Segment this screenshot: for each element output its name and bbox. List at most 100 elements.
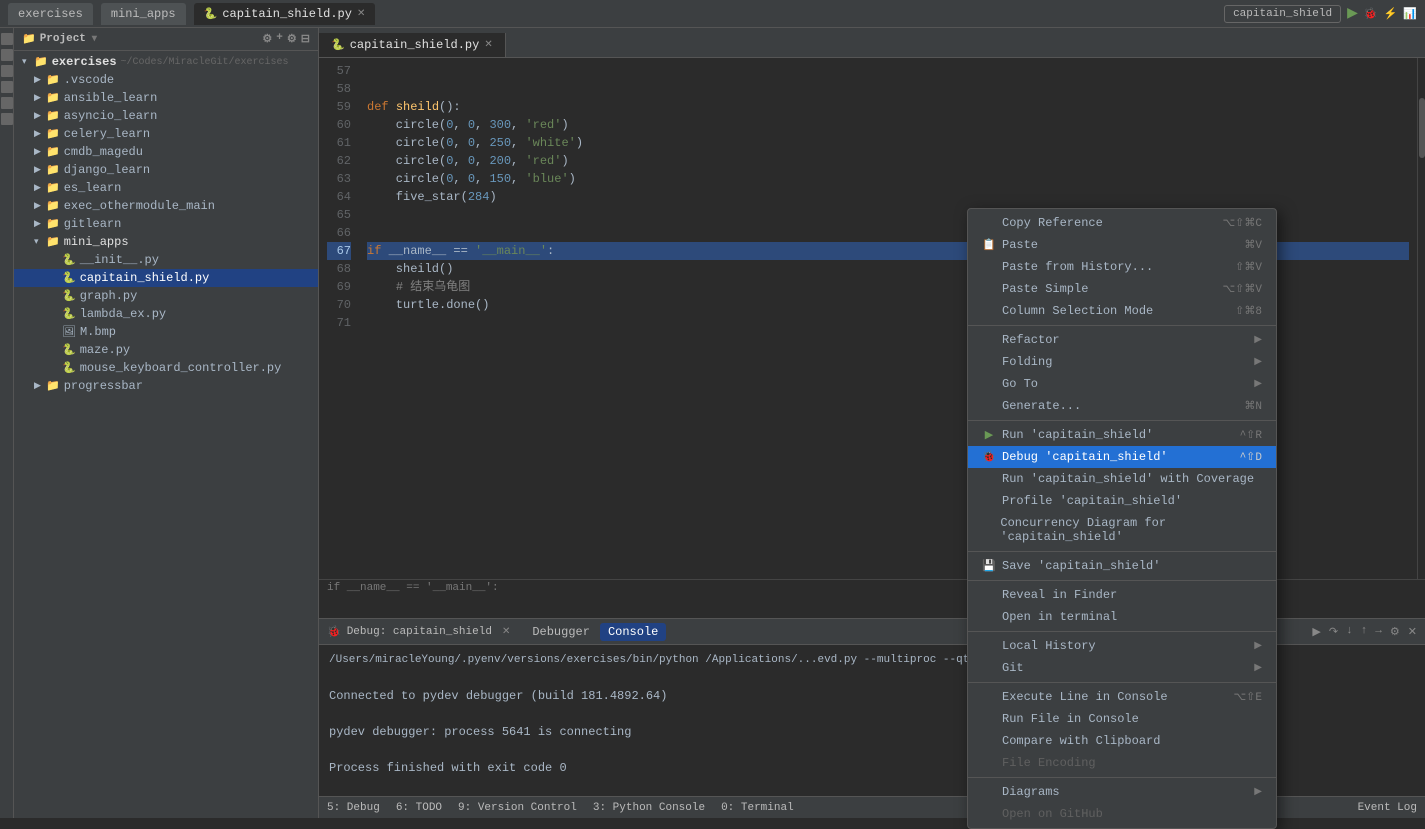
debug-step-out[interactable]: ↑	[1361, 625, 1368, 639]
menu-run-coverage[interactable]: Run 'capitain_shield' with Coverage	[968, 468, 1276, 490]
tree-item-es[interactable]: ▶ 📁 es_learn	[14, 179, 318, 197]
menu-file-encoding[interactable]: File Encoding	[968, 752, 1276, 774]
status-debug[interactable]: 5: Debug	[327, 802, 380, 814]
tree-item-mini-apps[interactable]: ▾ 📁 mini_apps	[14, 233, 318, 251]
left-icon-2[interactable]	[1, 49, 13, 61]
menu-open-github[interactable]: Open on GitHub	[968, 803, 1276, 825]
editor-tab-close[interactable]: ✕	[484, 39, 492, 51]
folder-icon: 📁	[22, 32, 36, 46]
menu-paste-history[interactable]: Paste from History... ⇧⌘V	[968, 256, 1276, 278]
menu-execute-line[interactable]: Execute Line in Console ⌥⇧E	[968, 686, 1276, 708]
coverage-button[interactable]: ⚡	[1384, 7, 1398, 21]
debug-button[interactable]: 🐞	[1364, 7, 1378, 21]
tab-exercises[interactable]: exercises	[8, 3, 93, 25]
menu-run-shortcut: ^⇧R	[1240, 428, 1262, 442]
menu-diagrams[interactable]: Diagrams ▶	[968, 781, 1276, 803]
line-num-61: 61	[327, 134, 351, 152]
left-icon-1[interactable]	[1, 33, 13, 45]
tree-root[interactable]: ▾ 📁 exercises ~/Codes/MiracleGit/exercis…	[14, 53, 318, 71]
debug-step-over[interactable]: ↷	[1329, 625, 1338, 639]
settings-icon[interactable]: ⚙	[262, 32, 272, 46]
left-icon-3[interactable]	[1, 65, 13, 77]
tree-item-maze[interactable]: 🐍 maze.py	[14, 341, 318, 359]
status-terminal[interactable]: 0: Terminal	[721, 802, 794, 814]
menu-copy-reference[interactable]: Copy Reference ⌥⇧⌘C	[968, 212, 1276, 234]
gear-icon[interactable]: ⚙	[287, 32, 297, 46]
menu-paste-simple[interactable]: Paste Simple ⌥⇧⌘V	[968, 278, 1276, 300]
menu-profile-label: Profile 'capitain_shield'	[1002, 494, 1182, 508]
debug-resume[interactable]: ▶	[1312, 625, 1320, 639]
line-num-59: 59	[327, 98, 351, 116]
tab-close-icon[interactable]: ✕	[357, 8, 365, 20]
status-event-log[interactable]: Event Log	[1358, 802, 1417, 814]
debug-bug-icon: 🐞	[327, 625, 341, 639]
tree-item-celery[interactable]: ▶ 📁 celery_learn	[14, 125, 318, 143]
editor-scrollbar-thumb[interactable]	[1419, 98, 1425, 158]
plus-icon[interactable]: +	[276, 32, 283, 46]
debug-close[interactable]: ✕	[502, 626, 510, 638]
left-icon-6[interactable]	[1, 113, 13, 125]
left-icon-4[interactable]	[1, 81, 13, 93]
debug-tab-debugger[interactable]: Debugger	[524, 623, 598, 641]
status-python-console[interactable]: 3: Python Console	[593, 802, 705, 814]
menu-open-terminal[interactable]: Open in terminal	[968, 606, 1276, 628]
menu-profile[interactable]: Profile 'capitain_shield'	[968, 490, 1276, 512]
file-tree: ▾ 📁 exercises ~/Codes/MiracleGit/exercis…	[14, 51, 318, 818]
tree-item-capitain[interactable]: 🐍 capitain_shield.py	[14, 269, 318, 287]
menu-goto[interactable]: Go To ▶	[968, 373, 1276, 395]
menu-run[interactable]: ▶ Run 'capitain_shield' ^⇧R	[968, 424, 1276, 446]
tree-item-progressbar[interactable]: ▶ 📁 progressbar	[14, 377, 318, 395]
project-chevron[interactable]: ▾	[92, 33, 97, 45]
tree-label-init: __init__.py	[80, 253, 159, 267]
tree-item-exec[interactable]: ▶ 📁 exec_othermodule_main	[14, 197, 318, 215]
menu-local-history[interactable]: Local History ▶	[968, 635, 1276, 657]
editor-tab-capitain[interactable]: 🐍 capitain_shield.py ✕	[319, 33, 506, 57]
menu-run-file-console[interactable]: Run File in Console	[968, 708, 1276, 730]
tree-item-ansible[interactable]: ▶ 📁 ansible_learn	[14, 89, 318, 107]
tab-mini-apps[interactable]: mini_apps	[101, 3, 186, 25]
menu-column-selection[interactable]: Column Selection Mode ⇧⌘8	[968, 300, 1276, 322]
menu-paste[interactable]: 📋 Paste ⌘V	[968, 234, 1276, 256]
menu-compare-clipboard[interactable]: Compare with Clipboard	[968, 730, 1276, 752]
tree-label-maze: maze.py	[80, 343, 130, 357]
menu-execute-line-shortcut: ⌥⇧E	[1234, 690, 1263, 704]
status-todo[interactable]: 6: TODO	[396, 802, 442, 814]
menu-git-label: Git	[1002, 661, 1024, 675]
tab-capitain-shield[interactable]: 🐍 capitain_shield.py ✕	[194, 3, 376, 25]
tree-item-django[interactable]: ▶ 📁 django_learn	[14, 161, 318, 179]
tree-item-vscode[interactable]: ▶ 📁 .vscode	[14, 71, 318, 89]
run-button[interactable]: ▶	[1347, 5, 1358, 22]
editor-scrollbar[interactable]	[1417, 58, 1425, 596]
menu-save[interactable]: 💾 Save 'capitain_shield'	[968, 555, 1276, 577]
tree-item-mbmp[interactable]: 🖼 M.bmp	[14, 323, 318, 341]
tree-item-graph[interactable]: 🐍 graph.py	[14, 287, 318, 305]
collapse-icon[interactable]: ⊟	[301, 32, 310, 46]
debug-close-panel[interactable]: ✕	[1408, 625, 1417, 639]
tree-item-init[interactable]: 🐍 __init__.py	[14, 251, 318, 269]
status-terminal-label: 0: Terminal	[721, 802, 794, 814]
menu-refactor[interactable]: Refactor ▶	[968, 329, 1276, 351]
debug-icon: 🐞	[982, 450, 996, 464]
menu-git[interactable]: Git ▶	[968, 657, 1276, 679]
menu-debug[interactable]: 🐞 Debug 'capitain_shield' ^⇧D	[968, 446, 1276, 468]
menu-file-encoding-label: File Encoding	[1002, 756, 1096, 770]
menu-run-file-console-label: Run File in Console	[1002, 712, 1139, 726]
debug-run-cursor[interactable]: →	[1375, 625, 1382, 639]
debug-step-into[interactable]: ↓	[1346, 625, 1353, 639]
menu-generate[interactable]: Generate... ⌘N	[968, 395, 1276, 417]
left-icon-5[interactable]	[1, 97, 13, 109]
menu-concurrency[interactable]: Concurrency Diagram for 'capitain_shield…	[968, 512, 1276, 548]
debug-tab-console[interactable]: Console	[600, 623, 666, 641]
status-vc[interactable]: 9: Version Control	[458, 802, 577, 814]
tree-item-asyncio[interactable]: ▶ 📁 asyncio_learn	[14, 107, 318, 125]
menu-reveal-finder[interactable]: Reveal in Finder	[968, 584, 1276, 606]
tree-item-lambda[interactable]: 🐍 lambda_ex.py	[14, 305, 318, 323]
menu-folding[interactable]: Folding ▶	[968, 351, 1276, 373]
menu-concurrency-label: Concurrency Diagram for 'capitain_shield…	[1000, 516, 1262, 544]
tree-label-capitain: capitain_shield.py	[80, 271, 210, 285]
tree-item-cmdb[interactable]: ▶ 📁 cmdb_magedu	[14, 143, 318, 161]
tree-item-gitlearn[interactable]: ▶ 📁 gitlearn	[14, 215, 318, 233]
debug-settings[interactable]: ⚙	[1390, 625, 1400, 639]
profile-button[interactable]: 📊	[1403, 7, 1417, 21]
tree-item-mouse[interactable]: 🐍 mouse_keyboard_controller.py	[14, 359, 318, 377]
